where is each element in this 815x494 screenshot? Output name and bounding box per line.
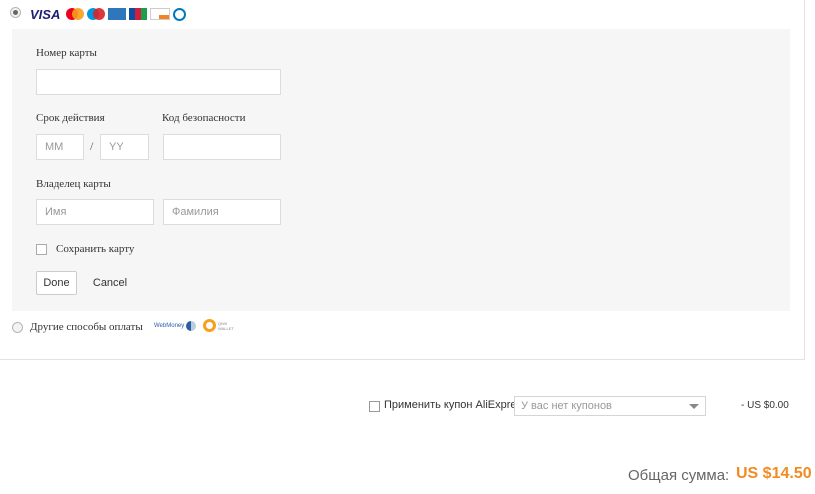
card-owner-label: Владелец карты [36, 178, 111, 190]
other-methods-radio[interactable] [12, 322, 23, 333]
diners-club-icon [173, 7, 187, 21]
total-label: Общая сумма: [628, 467, 730, 484]
coupon-select-value: У вас нет купонов [521, 400, 612, 412]
coupon-discount: - US $0.00 [741, 400, 789, 411]
coupon-select[interactable]: У вас нет купонов [514, 396, 706, 416]
first-name-input[interactable] [36, 199, 154, 225]
coupon-label: Применить купон AliExpress: [384, 399, 531, 411]
card-form: Номер карты Срок действия / Код безопасн… [12, 29, 790, 311]
qiwi-wallet-logo: QIWI WALLET [203, 319, 234, 332]
chevron-down-icon [689, 404, 699, 409]
webmoney-logo: WebMoney [154, 321, 197, 331]
other-methods-label: Другие способы оплаты [30, 321, 143, 333]
discover-icon [150, 8, 171, 20]
last-name-input[interactable] [163, 199, 281, 225]
total-amount: US $14.50 [736, 465, 812, 482]
expiry-year-input[interactable] [100, 134, 149, 160]
cvc-input[interactable] [163, 134, 281, 160]
done-button[interactable]: Done [36, 271, 77, 295]
save-card-checkbox[interactable] [36, 244, 47, 255]
jcb-icon [129, 8, 148, 20]
maestro-icon [87, 8, 106, 20]
cancel-button[interactable]: Cancel [90, 271, 130, 295]
payment-panel: VISA Номер карты Срок действия / Код без… [0, 0, 805, 360]
amex-icon [108, 8, 127, 20]
webmoney-icon [186, 321, 197, 331]
card-logos: VISA [30, 6, 187, 22]
card-number-label: Номер карты [36, 47, 97, 59]
visa-logo: VISA [30, 6, 61, 22]
mastercard-icon [66, 8, 85, 20]
expiry-label: Срок действия [36, 112, 105, 124]
card-number-input[interactable] [36, 69, 281, 95]
card-payment-radio[interactable] [10, 7, 21, 18]
expiry-month-input[interactable] [36, 134, 84, 160]
qiwi-icon [203, 319, 216, 332]
cvc-label: Код безопасности [162, 112, 246, 124]
expiry-separator: / [90, 139, 94, 153]
save-card-label: Сохранить карту [56, 243, 135, 255]
coupon-checkbox[interactable] [369, 401, 380, 412]
